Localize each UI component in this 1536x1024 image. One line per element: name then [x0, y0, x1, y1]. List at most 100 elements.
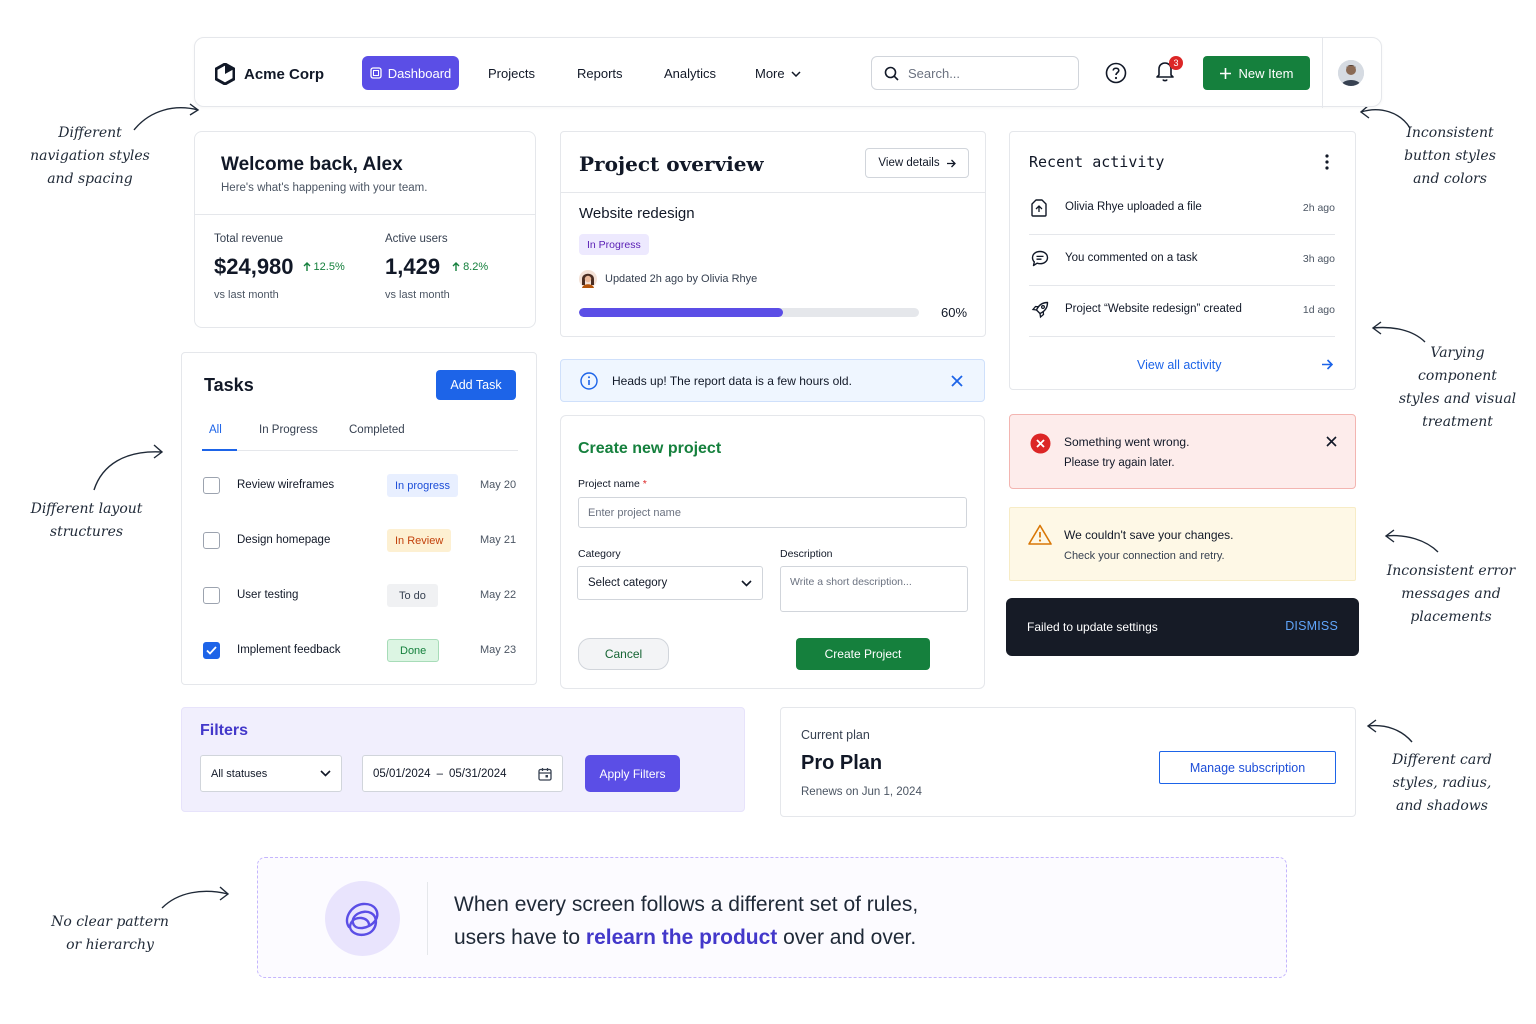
new-item-button[interactable]: New Item — [1203, 56, 1310, 90]
warning-subtitle: Check your connection and retry. — [1064, 550, 1225, 562]
tab-all[interactable]: All — [209, 424, 222, 436]
activity-title: Recent activity — [1029, 153, 1165, 171]
nav-projects[interactable]: Projects — [488, 66, 535, 81]
divider — [195, 214, 535, 215]
create-project-button[interactable]: Create Project — [796, 638, 930, 670]
required-mark: * — [642, 478, 647, 490]
avatar-image — [1338, 60, 1364, 86]
error-title: Something went wrong. — [1064, 435, 1190, 449]
view-all-activity-link[interactable]: View all activity — [1137, 358, 1222, 372]
task-checkbox[interactable] — [203, 642, 220, 659]
task-checkbox[interactable] — [203, 477, 220, 494]
help-icon[interactable] — [1105, 62, 1127, 84]
tasks-card: Tasks Add Task All In Progress Completed… — [181, 352, 537, 685]
nav-dashboard[interactable]: Dashboard — [362, 56, 459, 90]
arrow-up-icon — [452, 262, 460, 271]
annotation-arrow-pattern — [161, 886, 230, 909]
activity-item[interactable]: Olivia Rhye uploaded a file 2h ago — [1029, 184, 1335, 235]
error-subtitle: Please try again later. — [1064, 457, 1175, 469]
notification-badge: 3 — [1169, 56, 1183, 70]
check-icon — [206, 646, 217, 655]
annotation-arrow-components — [1371, 321, 1426, 343]
description-label: Description — [780, 548, 833, 560]
search-input[interactable] — [908, 65, 1058, 81]
close-icon[interactable] — [951, 375, 963, 387]
divider — [561, 192, 985, 193]
status-badge: In Progress — [579, 234, 649, 255]
close-icon[interactable] — [1326, 436, 1337, 447]
status-select[interactable]: All statuses — [200, 755, 342, 792]
annotation-cards: Different card styles, radius, and shado… — [1392, 752, 1492, 814]
metric-delta: 8.2% — [452, 261, 488, 273]
task-name: Review wireframes — [237, 479, 335, 491]
tab-active-indicator — [202, 449, 237, 451]
annotation-arrow-errors — [1384, 529, 1439, 553]
dashboard-icon — [370, 67, 382, 79]
create-project-card: Create new project Project name * Catego… — [560, 415, 985, 689]
notifications-button[interactable]: 3 — [1155, 56, 1183, 84]
info-icon — [580, 372, 598, 390]
task-row[interactable]: Design homepage In Review May 21 — [182, 521, 538, 561]
manage-subscription-button[interactable]: Manage subscription — [1159, 751, 1336, 784]
plus-icon — [1219, 67, 1231, 79]
project-name-input[interactable] — [578, 497, 967, 528]
date-start: 05/01/2024 — [373, 767, 431, 780]
plan-card: Current plan Pro Plan Renews on Jun 1, 2… — [780, 707, 1356, 817]
welcome-title: Welcome back, Alex — [221, 154, 403, 175]
info-alert-text: Heads up! The report data is a few hours… — [612, 374, 852, 388]
task-row[interactable]: Implement feedback Done May 23 — [182, 631, 538, 671]
status-badge: To do — [387, 584, 438, 607]
activity-item[interactable]: Project “Website redesign” created 1d ag… — [1029, 286, 1335, 337]
progress-fill — [579, 308, 783, 317]
task-name: User testing — [237, 589, 299, 601]
filters-card: Filters All statuses 05/01/2024 – 05/31/… — [181, 707, 745, 812]
brand-logo[interactable]: Acme Corp — [215, 63, 324, 85]
nav-reports[interactable]: Reports — [577, 66, 623, 81]
tab-completed[interactable]: Completed — [349, 424, 405, 436]
progress-label: 60% — [941, 305, 968, 320]
apply-filters-button[interactable]: Apply Filters — [585, 755, 680, 792]
project-updated: Updated 2h ago by Olivia Rhye — [579, 270, 757, 288]
nav-more[interactable]: More — [755, 66, 801, 81]
description-textarea[interactable] — [780, 566, 968, 612]
task-name: Design homepage — [237, 534, 331, 546]
task-checkbox[interactable] — [203, 532, 220, 549]
annotation-arrow-cards — [1366, 719, 1413, 743]
info-alert: Heads up! The report data is a few hours… — [560, 359, 985, 402]
task-row[interactable]: Review wireframes In progress May 20 — [182, 466, 538, 506]
view-details-button[interactable]: View details — [865, 148, 969, 178]
category-select[interactable]: Select category — [577, 566, 763, 600]
tab-in-progress[interactable]: In Progress — [259, 424, 318, 436]
add-task-button[interactable]: Add Task — [436, 370, 516, 400]
cancel-button[interactable]: Cancel — [578, 638, 669, 670]
category-label: Category — [578, 548, 621, 560]
annotation-arrow-nav — [133, 103, 200, 131]
user-avatar[interactable] — [1338, 60, 1364, 86]
date-range-picker[interactable]: 05/01/2024 – 05/31/2024 — [362, 755, 563, 792]
kebab-icon[interactable] — [1325, 154, 1329, 170]
tasks-title: Tasks — [204, 375, 254, 395]
task-date: May 22 — [480, 589, 517, 601]
task-date: May 20 — [480, 479, 517, 491]
plan-label: Current plan — [801, 728, 870, 742]
tabs-divider — [202, 450, 518, 451]
task-row[interactable]: User testing To do May 22 — [182, 576, 538, 616]
chevron-down-icon — [741, 579, 752, 587]
project-overview-card: Project overview View details Website re… — [560, 131, 986, 337]
message-banner: When every screen follows a different se… — [257, 857, 1287, 978]
avatar — [579, 270, 597, 288]
arrow-up-icon — [303, 262, 311, 271]
arrow-right-icon — [946, 159, 956, 167]
search-icon — [884, 66, 899, 81]
banner-highlight: relearn the product — [585, 926, 778, 949]
task-checkbox[interactable] — [203, 587, 220, 604]
annotation-pattern: No clear pattern or hierarchy — [51, 914, 169, 953]
arrow-right-icon[interactable] — [1321, 359, 1333, 370]
nav-analytics[interactable]: Analytics — [664, 66, 716, 81]
dismiss-button[interactable]: DISMISS — [1285, 619, 1338, 633]
annotation-layout: Different layout structures — [30, 501, 143, 540]
activity-item[interactable]: You commented on a task 3h ago — [1029, 235, 1335, 286]
error-icon — [1030, 433, 1051, 454]
banner-badge — [325, 881, 400, 956]
recent-activity-card: Recent activity Olivia Rhye uploaded a f… — [1009, 131, 1356, 390]
